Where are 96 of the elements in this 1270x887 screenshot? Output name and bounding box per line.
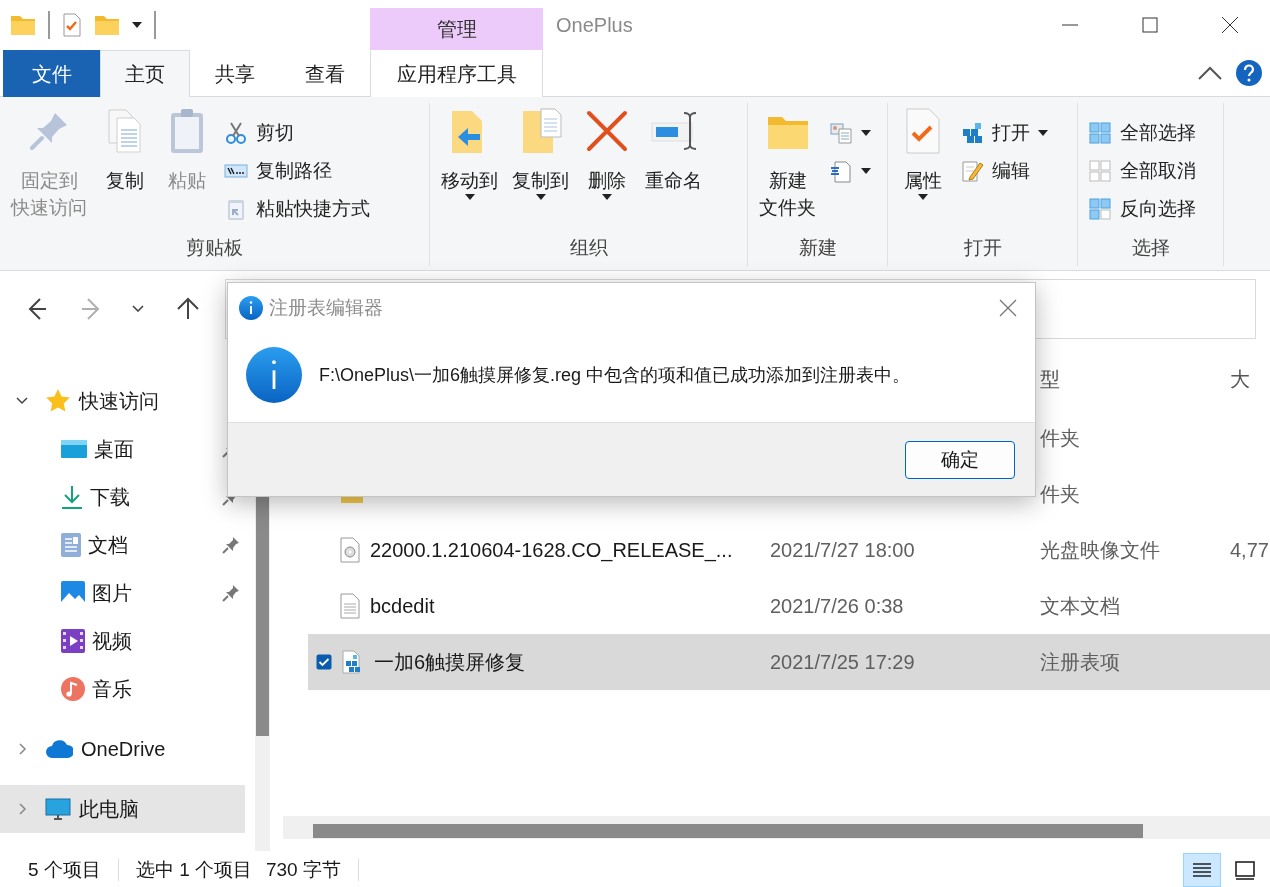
ribbon-group-label: 打开 xyxy=(963,236,1002,260)
ribbon-group-label: 组织 xyxy=(569,236,608,260)
ribbon-tab[interactable]: 主页 xyxy=(100,50,190,97)
grid-mixed-icon xyxy=(1088,197,1112,221)
large-icons-view-icon xyxy=(1233,858,1257,881)
file-type: 文本文档 xyxy=(1040,593,1121,619)
dialog-title: 注册表编辑器 xyxy=(269,296,384,320)
ribbon-button[interactable]: 反向选择 xyxy=(1084,190,1200,228)
film-icon xyxy=(60,628,86,654)
document-icon xyxy=(60,532,82,558)
column-header[interactable]: 型 xyxy=(1040,365,1230,393)
file-date: 2021/7/27 18:00 xyxy=(770,538,916,562)
file-type: 光盘映像文件 xyxy=(1040,537,1161,563)
selection-size: 730 字节 xyxy=(266,857,341,882)
sidebar-item[interactable]: 视频 xyxy=(0,617,245,665)
image-icon xyxy=(60,580,86,606)
file-date: 2021/7/26 0:38 xyxy=(770,594,905,618)
ribbon-button[interactable]: 新建 文件夹 xyxy=(754,107,821,221)
music-note-icon xyxy=(60,676,86,702)
caret-icon xyxy=(132,22,142,28)
horizontal-scrollbar[interactable] xyxy=(283,816,1270,839)
file-row[interactable]: 一加6触摸屏修复 2021/7/25 17:29 注册表项 xyxy=(308,634,1270,690)
sidebar-item[interactable]: 此电脑 xyxy=(0,785,245,833)
sidebar-item[interactable]: 音乐 xyxy=(0,665,245,713)
sidebar-item[interactable]: 文档 xyxy=(0,521,245,569)
desktop-icon xyxy=(60,438,88,460)
window-title: OnePlus xyxy=(556,13,634,37)
ribbon-button[interactable]: 剪切 xyxy=(220,114,374,152)
ribbon-group-label: 剪贴板 xyxy=(186,236,243,260)
file-row[interactable]: 22000.1.210604-1628.CO_RELEASE_... 2021/7/27 18:00 光盘映像文件 4,77 xyxy=(308,522,1270,578)
download-icon xyxy=(60,484,84,510)
help-icon xyxy=(1236,60,1262,86)
ribbon-group-label: 选择 xyxy=(1131,236,1170,260)
ribbon-button[interactable]: 属性 xyxy=(894,107,952,212)
file-name: 一加6触摸屏修复 xyxy=(374,649,526,675)
ribbon-tab[interactable]: 共享 xyxy=(190,50,280,97)
file-name: 22000.1.210604-1628.CO_RELEASE_... xyxy=(370,538,733,562)
tab-group-label: 管理 xyxy=(370,8,543,50)
collapse-ribbon-button[interactable] xyxy=(1198,66,1222,80)
info-icon xyxy=(246,346,302,403)
ribbon-button[interactable]: 全部选择 xyxy=(1084,114,1200,152)
scrollbar-thumb[interactable] xyxy=(313,824,1143,838)
ribbon-button[interactable]: 删除 xyxy=(578,107,636,212)
chevron-up-icon xyxy=(1198,66,1222,80)
ok-button[interactable]: 确定 xyxy=(905,440,1015,479)
folder-icon xyxy=(10,14,36,36)
dialog-message: F:\OnePlus\一加6触摸屏修复.reg 中包含的项和值已成功添加到注册表中。 xyxy=(319,363,911,387)
cloud-icon xyxy=(45,739,73,759)
file-type: 件夹 xyxy=(1040,481,1081,507)
monitor-icon xyxy=(45,797,71,821)
ribbon-button[interactable]: 打开 xyxy=(956,114,1052,152)
file-menu-tab[interactable]: 文件 xyxy=(3,50,100,97)
selection-count: 选中 1 个项目 xyxy=(135,857,252,882)
ribbon-button[interactable]: 复制路径 xyxy=(220,152,374,190)
minimize-icon xyxy=(1062,24,1078,26)
scissors-icon xyxy=(224,121,248,145)
ribbon-button[interactable]: 移动到 xyxy=(436,107,503,212)
grid-icon xyxy=(1088,121,1112,145)
chevron-down-icon xyxy=(132,305,144,312)
file-date: 2021/7/25 17:29 xyxy=(770,650,916,674)
notepad-pencil-icon xyxy=(960,159,984,183)
ribbon-tab[interactable]: 应用程序工具 xyxy=(370,50,543,97)
ribbon-button[interactable]: 编辑 xyxy=(956,152,1052,190)
customize-toolbar-button[interactable] xyxy=(132,22,142,28)
disc-image-file-icon xyxy=(340,537,360,563)
file-row[interactable]: bcdedit 2021/7/26 0:38 文本文档 xyxy=(308,578,1270,634)
contact-card-icon xyxy=(829,121,853,145)
sidebar-item[interactable]: 图片 xyxy=(0,569,245,617)
document-lines-icon xyxy=(829,159,853,183)
ribbon-group-label: 新建 xyxy=(798,236,837,260)
sidebar-item[interactable]: OneDrive xyxy=(0,725,245,773)
ribbon-tab[interactable]: 查看 xyxy=(280,50,370,97)
grid-outline-icon xyxy=(1088,159,1112,183)
ribbon-button[interactable]: 重命名 xyxy=(640,107,707,194)
sidebar-item[interactable]: 快速访问 xyxy=(0,377,245,425)
folder-icon xyxy=(94,14,120,36)
close-icon xyxy=(1221,16,1239,34)
file-size: 4,77 xyxy=(1230,538,1270,562)
cubes-icon xyxy=(960,121,984,145)
column-header[interactable]: 大 xyxy=(1230,365,1270,393)
properties-button[interactable] xyxy=(62,13,82,37)
star-icon xyxy=(45,388,71,414)
document-checkmark-icon xyxy=(62,13,82,37)
ribbon-button[interactable]: 复制 xyxy=(96,107,154,194)
close-icon xyxy=(999,299,1017,317)
help-button[interactable] xyxy=(1236,60,1262,86)
details-view-button[interactable] xyxy=(1183,852,1221,887)
checkbox-icon xyxy=(316,654,332,670)
item-count: 5 个项目 xyxy=(28,857,101,882)
ribbon-button[interactable]: 复制到 xyxy=(507,107,574,212)
file-type: 注册表项 xyxy=(1040,649,1121,675)
ribbon-button[interactable]: 全部取消 xyxy=(1084,152,1200,190)
info-icon xyxy=(239,296,263,320)
maximize-icon xyxy=(1142,17,1158,33)
file-name: bcdedit xyxy=(370,594,435,618)
text-file-icon xyxy=(340,593,360,619)
